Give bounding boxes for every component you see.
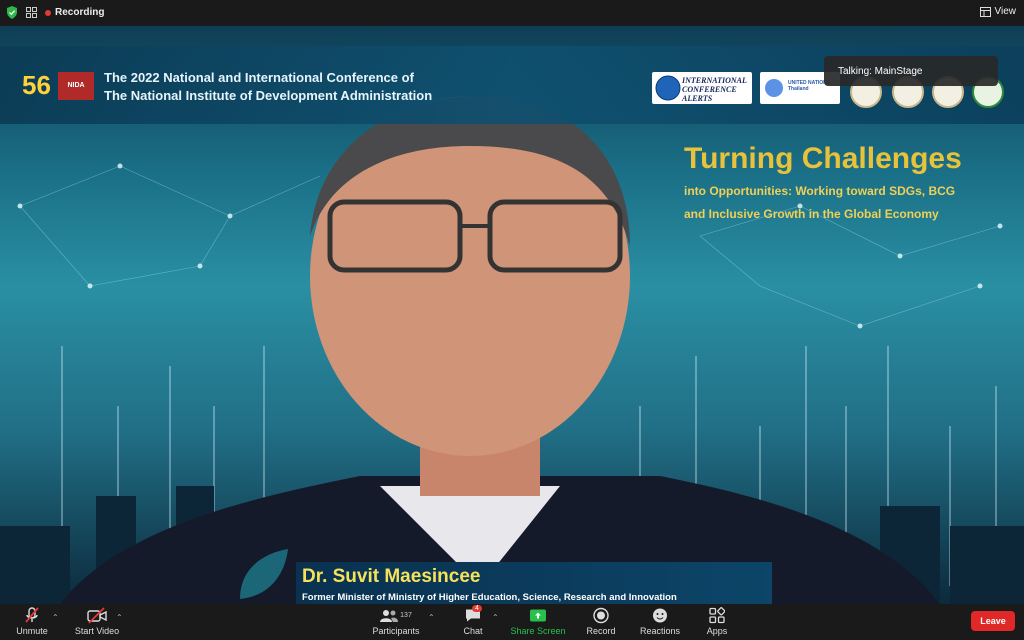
top-bar: Recording View [0,0,1024,26]
apps-icon [709,607,725,624]
participants-label: Participants [372,626,420,636]
chat-unread-badge: 4 [472,605,482,612]
chat-options-caret-icon[interactable]: ⌃ [492,613,499,622]
share-screen-button[interactable]: Share Screen [508,607,568,636]
leave-button[interactable]: Leave [971,611,1015,631]
start-video-label: Start Video [74,626,120,636]
participants-icon-group: 137 [370,607,422,624]
view-label: View [994,6,1017,17]
top-bar-left: Recording [6,6,104,19]
headline: Turning Challenges [684,142,962,175]
start-video-button[interactable]: Start Video [72,607,122,636]
subtitle-line2: and Inclusive Growth in the Global Econo… [684,207,939,221]
unmute-button[interactable]: Unmute [12,607,52,636]
conference-title-line2: The National Institute of Development Ad… [104,88,433,103]
record-icon [593,607,609,624]
recording-indicator[interactable]: Recording [45,7,104,18]
apps-button[interactable]: Apps [702,607,732,636]
subtitle-line1: into Opportunities: Working toward SDGs,… [684,184,956,198]
main-video-feed[interactable] [0,26,1024,604]
video-options-caret-icon[interactable]: ⌃ [116,613,123,622]
chat-icon-wrap: 4 [458,605,488,624]
gallery-grid-icon[interactable] [26,7,37,18]
talking-indicator: Talking: MainStage [824,56,998,86]
recording-label: Recording [55,7,105,18]
conference-alerts-text: INTERNATIONAL CONFERENCE ALERTS [682,76,747,103]
share-screen-icon [530,609,546,622]
un-emblem-icon [765,79,783,97]
speaker-role: Former Minister of Ministry of Higher Ed… [302,592,677,603]
audio-options-caret-icon[interactable]: ⌃ [52,613,59,622]
anniversary-number: 56 [22,70,51,100]
zoom-meeting-window: { "topbar": { "recording_label": "Record… [0,0,1024,640]
participants-count: 137 [400,612,412,619]
globe-icon [655,75,681,101]
reactions-label: Reactions [639,626,681,636]
chat-label: Chat [463,626,483,636]
view-button[interactable]: View [979,6,1017,17]
chat-button[interactable]: 4 Chat [458,605,488,636]
participants-icon [380,609,399,622]
reactions-button[interactable]: Reactions [637,607,683,636]
leaf-logo-icon [240,549,288,599]
apps-label: Apps [706,626,728,636]
record-button[interactable]: Record [583,607,619,636]
meeting-toolbar: Unmute ⌃ Start Video ⌃ 137 Participants … [0,604,1024,640]
view-grid-icon [979,6,991,17]
microphone-muted-icon [25,607,39,623]
security-shield-icon[interactable] [6,6,18,19]
recording-dot-icon [45,9,51,16]
speaker-name: Dr. Suvit Maesincee [302,566,481,587]
conference-title-line1: The 2022 National and International Conf… [104,70,414,85]
unmute-label: Unmute [16,626,48,636]
nida-logo: NIDA [58,72,94,100]
share-screen-label: Share Screen [510,626,566,636]
participants-options-caret-icon[interactable]: ⌃ [428,613,435,622]
video-camera-off-icon [87,607,107,624]
record-label: Record [586,626,616,636]
reactions-smiley-icon [653,608,667,623]
participants-button[interactable]: 137 Participants [370,607,422,636]
